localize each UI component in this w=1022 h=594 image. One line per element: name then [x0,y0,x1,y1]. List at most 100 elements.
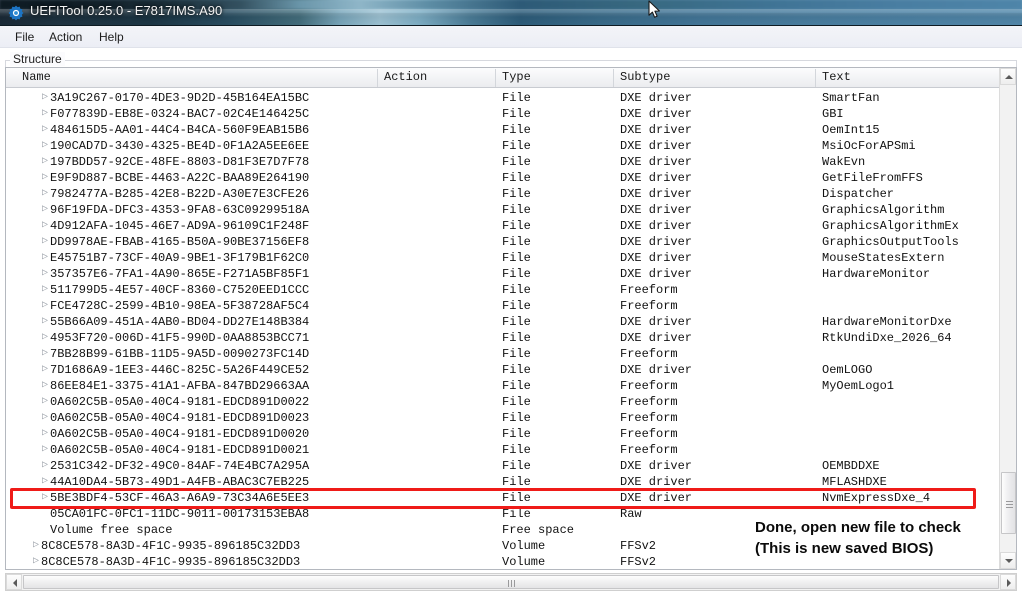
scrollbar-grip-line [511,580,512,587]
column-header-text[interactable]: Text [822,68,851,87]
expand-triangle-icon[interactable]: ▷ [42,250,48,266]
scroll-up-arrow-icon [1005,75,1013,79]
vertical-scrollbar[interactable] [999,68,1016,569]
expand-triangle-icon[interactable]: ▷ [42,490,48,506]
expand-triangle-icon[interactable]: ▷ [42,90,48,106]
cell-name: 7982477A-B285-42E8-B22D-A30E7E3CFE26 [50,187,310,201]
structure-tree-view[interactable]: Name Action Type Subtype Text ▷ 3A19C267-0170… [5,67,1017,570]
expand-triangle-icon[interactable]: ▷ [42,186,48,202]
horizontal-scrollbar-thumb[interactable] [23,575,999,589]
expand-triangle-icon[interactable]: ▷ [42,106,48,122]
window-title-bar[interactable]: UEFITool 0.25.0 - E7817IMS.A90 [0,0,1022,26]
menu-item-help[interactable]: Help [94,29,129,45]
expand-triangle-icon[interactable]: ▷ [42,170,48,186]
expand-triangle-icon[interactable]: ▷ [42,202,48,218]
tree-row[interactable]: ▷ 4953F720-006D-41F5-990D-0AA8853BCC71 Fil… [6,330,999,346]
tree-row[interactable]: ▷ 4D912AFA-1045-46E7-AD9A-96109C1F248F Fil… [6,218,999,234]
expand-triangle-icon[interactable]: ▷ [42,394,48,410]
horizontal-scrollbar[interactable] [5,573,1017,591]
tree-row[interactable]: ▷ 7D1686A9-1EE3-446C-825C-5A26F449CE52 Fil… [6,362,999,378]
cell-text: WakEvn [822,155,866,169]
column-separator-subtype[interactable] [613,69,614,87]
menu-item-action[interactable]: Action [44,29,87,45]
tree-row[interactable]: ▷ 0A602C5B-05A0-40C4-9181-EDCD891D0020 Fil… [6,426,999,442]
cell-type: File [502,91,531,105]
cell-type: Volume [502,555,546,569]
tree-row[interactable]: ▷ 96F19FDA-DFC3-4353-9FA8-63C09299518A Fil… [6,202,999,218]
expand-triangle-icon[interactable]: ▷ [42,410,48,426]
tree-row[interactable]: ▷ 2531C342-DF32-49C0-84AF-74E4BC7A295A Fil… [6,458,999,474]
column-header-type[interactable]: Type [502,68,531,87]
column-separator-text[interactable] [815,69,816,87]
expand-triangle-icon[interactable]: ▷ [42,122,48,138]
tree-row[interactable]: ▷ 86EE84E1-3375-41A1-AFBA-847BD29663AA Fil… [6,378,999,394]
tree-row[interactable]: ▷ 0A602C5B-05A0-40C4-9181-EDCD891D0023 Fil… [6,410,999,426]
tree-row[interactable]: ▷ 357357E6-7FA1-4A90-865E-F271A5BF85F1 Fil… [6,266,999,282]
tree-row[interactable]: ▷ 44A10DA4-5B73-49D1-A4FB-ABAC3C7EB225 Fil… [6,474,999,490]
cell-type: File [502,379,531,393]
cell-subtype: DXE driver [620,267,693,281]
tree-row[interactable]: ▷ F077839D-EB8E-0324-BAC7-02C4E146425C Fil… [6,106,999,122]
tree-row[interactable]: ▷ 511799D5-4E57-40CF-8360-C7520EED1CCC Fil… [6,282,999,298]
scrollbar-grip-line [1006,504,1013,505]
expand-triangle-icon[interactable]: ▷ [42,218,48,234]
column-separator-action[interactable] [377,69,378,87]
cell-type: File [502,347,531,361]
cell-type: File [502,475,531,489]
tree-row[interactable]: ▷ DD9978AE-FBAB-4165-B50A-90BE37156EF8 Fil… [6,234,999,250]
scroll-down-arrow-button[interactable] [1000,552,1016,569]
expand-triangle-icon[interactable]: ▷ [42,362,48,378]
cell-type: File [502,139,531,153]
tree-row[interactable]: ▷ 0A602C5B-05A0-40C4-9181-EDCD891D0021 Fil… [6,442,999,458]
expand-triangle-icon[interactable]: ▷ [42,282,48,298]
scroll-left-arrow-button[interactable] [6,574,22,590]
tree-row[interactable]: ▷ 3A19C267-0170-4DE3-9D2D-45B164EA15BC Fil… [6,90,999,106]
cell-subtype: Freeform [620,443,678,457]
expand-triangle-icon[interactable]: ▷ [33,554,39,569]
column-header-name[interactable]: Name [22,68,51,87]
tree-row[interactable]: ▷ 7982477A-B285-42E8-B22D-A30E7E3CFE26 Fil… [6,186,999,202]
cell-text: GBI [822,107,844,121]
column-header-subtype[interactable]: Subtype [620,68,670,87]
expand-triangle-icon[interactable]: ▷ [42,378,48,394]
column-separator-type[interactable] [495,69,496,87]
expand-triangle-icon[interactable]: ▷ [42,314,48,330]
cell-type: File [502,459,531,473]
expand-triangle-icon[interactable]: ▷ [42,138,48,154]
cell-text: HardwareMonitorDxe [822,315,952,329]
expand-triangle-icon[interactable]: ▷ [42,266,48,282]
vertical-scrollbar-thumb[interactable] [1001,472,1016,534]
expand-triangle-icon[interactable]: ▷ [42,330,48,346]
tree-row[interactable]: ▷ 190CAD7D-3430-4325-BE4D-0F1A2A5EE6EE Fil… [6,138,999,154]
scroll-right-arrow-button[interactable] [1000,574,1016,590]
expand-triangle-icon[interactable]: ▷ [42,346,48,362]
expand-triangle-icon[interactable]: ▷ [42,298,48,314]
expand-triangle-icon[interactable]: ▷ [42,474,48,490]
expand-triangle-icon[interactable]: ▷ [42,458,48,474]
tree-row[interactable]: ▷ 0A602C5B-05A0-40C4-9181-EDCD891D0022 Fil… [6,394,999,410]
tree-row[interactable]: ▷ 5BE3BDF4-53CF-46A3-A6A9-73C34A6E5EE3 Fil… [6,490,999,506]
cell-subtype: DXE driver [620,91,693,105]
tree-column-header-row[interactable]: Name Action Type Subtype Text [6,68,1016,88]
expand-triangle-icon[interactable]: ▷ [42,234,48,250]
scroll-up-arrow-button[interactable] [1000,68,1016,85]
expand-triangle-icon[interactable]: ▷ [42,426,48,442]
expand-triangle-icon[interactable]: ▷ [42,154,48,170]
cell-name: E45751B7-73CF-40A9-9BE1-3F179B1F62C0 [50,251,310,265]
cell-subtype: DXE driver [620,107,693,121]
tree-row[interactable]: ▷ 7BB28B99-61BB-11D5-9A5D-0090273FC14D Fil… [6,346,999,362]
menu-item-file[interactable]: File [10,29,39,45]
tree-row[interactable]: ▷ E45751B7-73CF-40A9-9BE1-3F179B1F62C0 Fil… [6,250,999,266]
cell-type: File [502,395,531,409]
tree-row[interactable]: ▷ 484615D5-AA01-44C4-B4CA-560F9EAB15B6 Fil… [6,122,999,138]
expand-triangle-icon[interactable]: ▷ [33,538,39,554]
tree-row[interactable]: ▷ 55B66A09-451A-4AB0-BD04-DD27E148B384 Fil… [6,314,999,330]
tree-row[interactable]: ▷ 197BDD57-92CE-48FE-8803-D81F3E7D7F78 Fil… [6,154,999,170]
tree-row[interactable]: ▷ E9F9D887-BCBE-4463-A22C-BAA89E264190 Fil… [6,170,999,186]
cell-name: 05CA01FC-0FC1-11DC-9011-00173153EBA8 [50,507,310,521]
tree-rows-container[interactable]: ▷ 3A19C267-0170-4DE3-9D2D-45B164EA15BC Fil… [6,88,999,569]
expand-triangle-icon[interactable]: ▷ [42,442,48,458]
column-header-action[interactable]: Action [384,68,427,87]
cell-text: NvmExpressDxe_4 [822,491,931,505]
tree-row[interactable]: ▷ FCE4728C-2599-4B10-98EA-5F38728AF5C4 Fil… [6,298,999,314]
